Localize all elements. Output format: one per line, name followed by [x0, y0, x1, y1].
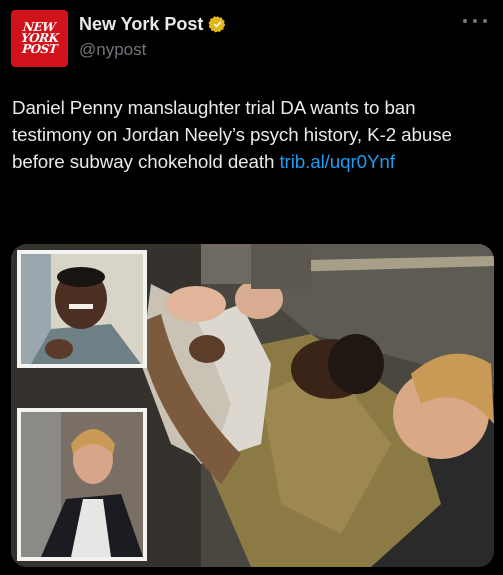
avatar-text-line-3: POST	[21, 42, 58, 56]
author-handle[interactable]: @nypost	[79, 40, 146, 60]
author-display-name[interactable]: New York Post	[79, 14, 203, 35]
media-illustration	[11, 244, 494, 567]
tweet-text: Daniel Penny manslaughter trial DA wants…	[12, 94, 494, 175]
verified-badge-icon[interactable]	[208, 15, 227, 34]
more-options-icon[interactable]	[463, 16, 487, 26]
post-avatar[interactable]: NEW YORK POST	[11, 10, 68, 67]
more-dot	[483, 19, 487, 23]
more-dot	[473, 19, 477, 23]
tweet-link[interactable]: trib.al/uqr0Ynf	[279, 151, 395, 172]
author-name-row: New York Post	[79, 14, 227, 35]
more-dot	[463, 19, 467, 23]
tweet-media-photo[interactable]	[11, 244, 494, 567]
